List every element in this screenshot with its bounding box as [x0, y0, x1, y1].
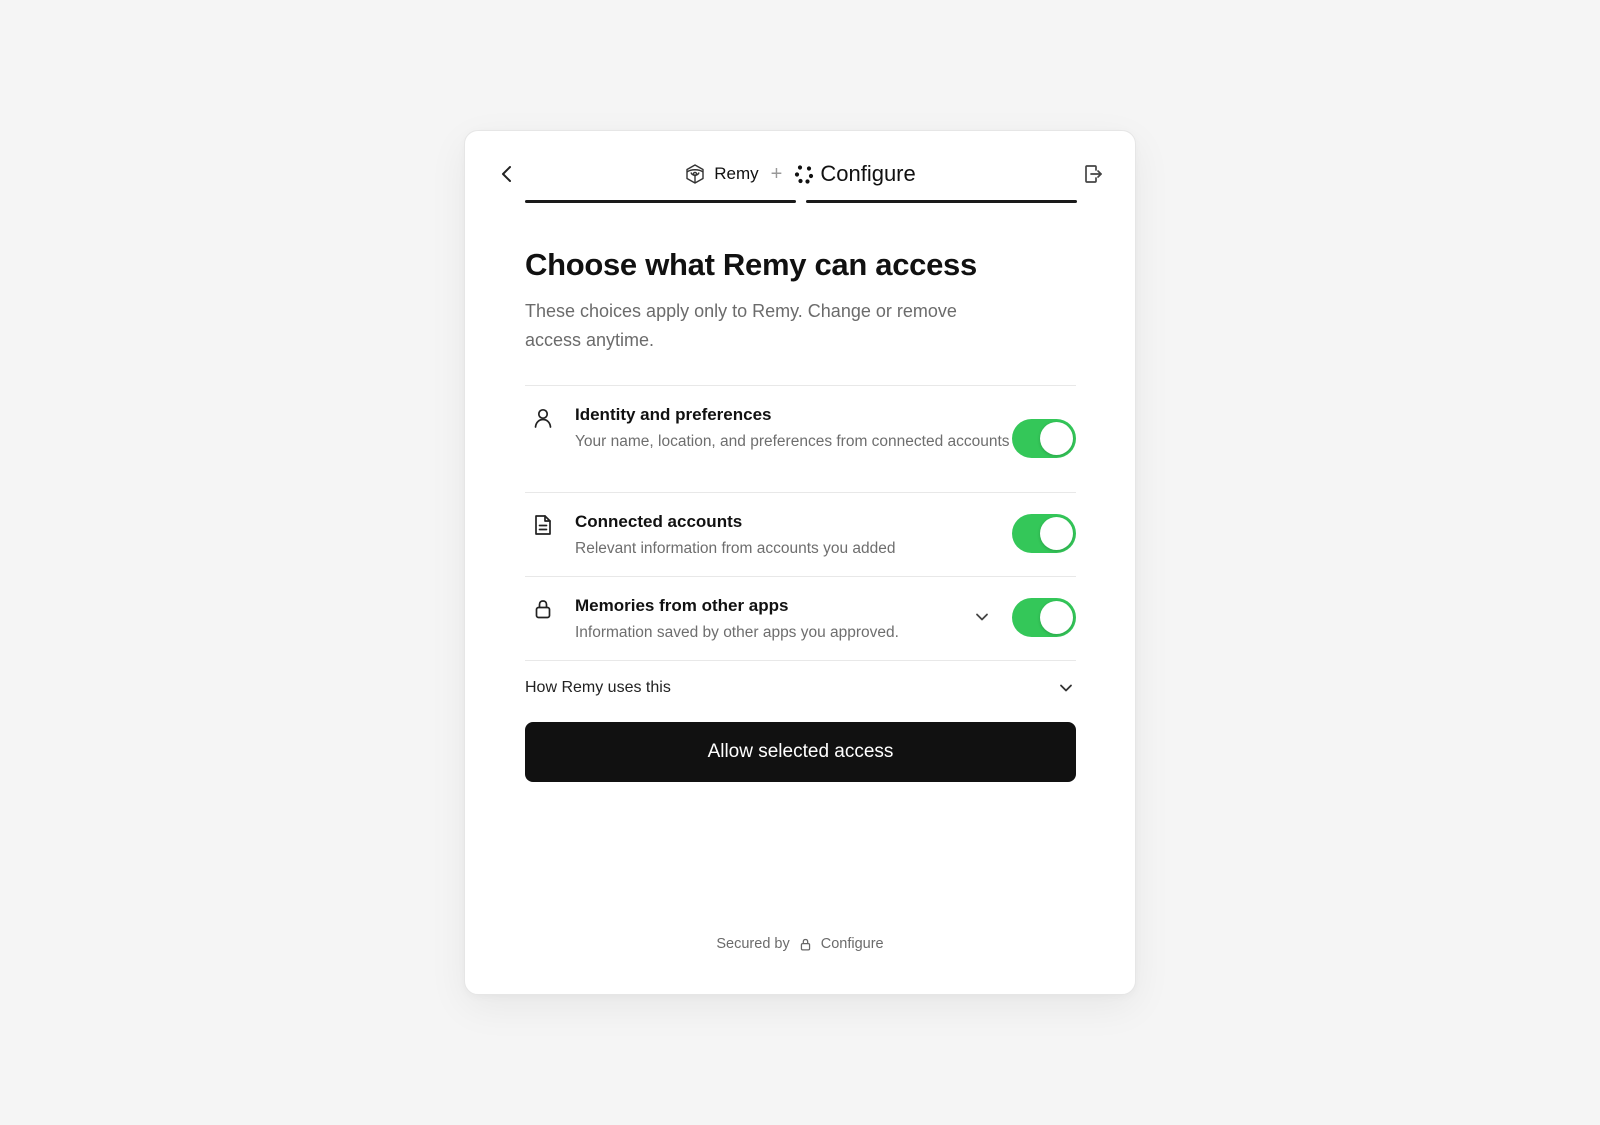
how-uses-label: How Remy uses this: [525, 678, 671, 696]
brand-separator: +: [770, 163, 783, 185]
permission-row-accounts: Connected accounts Relevant information …: [525, 493, 1076, 578]
lock-icon: [800, 938, 810, 950]
configure-logo-icon: [795, 165, 814, 184]
footer-provider: Configure: [820, 936, 884, 952]
toggle-knob: [1040, 601, 1073, 635]
app-name: Remy: [714, 164, 759, 183]
how-remy-uses-this-expander[interactable]: How Remy uses this: [525, 661, 1076, 714]
toggle-knob: [1040, 517, 1073, 551]
brand-header: Remy + Configure: [465, 158, 1135, 190]
allow-selected-access-button[interactable]: Allow selected access: [525, 722, 1076, 783]
document-icon: [535, 515, 551, 536]
permission-row-memories: Memories from other apps Information sav…: [525, 577, 1076, 662]
exit-icon: [1085, 165, 1102, 183]
toggle-knob: [1040, 422, 1073, 456]
exit-button[interactable]: [1077, 158, 1109, 190]
permission-icon-wrap: [525, 511, 575, 542]
chevron-down-icon: [1060, 684, 1072, 692]
permission-text: Memories from other apps Information sav…: [575, 595, 1076, 644]
lock-icon: [535, 600, 551, 619]
consent-dialog: Remy + Configure Choose what Remy can ac…: [464, 130, 1136, 995]
permission-title: Identity and preferences: [575, 405, 772, 425]
memories-toggle[interactable]: [1012, 598, 1076, 638]
accounts-toggle[interactable]: [1012, 514, 1076, 554]
permission-description: Relevant information from accounts you a…: [575, 540, 896, 558]
memories-expand-button[interactable]: [972, 607, 992, 627]
progress-step-1: [525, 200, 796, 203]
secured-by-footer: Secured by Configure: [465, 936, 1135, 952]
provider-name: Configure: [820, 161, 916, 186]
provider-brand: Configure: [794, 161, 916, 187]
permission-text: Connected accounts Relevant information …: [575, 511, 1076, 560]
permission-title: Connected accounts: [575, 512, 743, 532]
permission-list: Identity and preferences Your name, loca…: [525, 385, 1076, 662]
page-subtitle: These choices apply only to Remy. Change…: [525, 301, 957, 351]
chevron-down-icon: [976, 613, 988, 621]
person-icon: [534, 409, 552, 429]
page-title: Choose what Remy can access: [525, 247, 977, 282]
permission-description: Your name, location, and preferences fro…: [575, 433, 1010, 451]
remy-logo-icon: [686, 164, 704, 184]
permission-icon-wrap: [525, 595, 575, 626]
permission-icon-wrap: [525, 404, 575, 435]
identity-toggle[interactable]: [1012, 419, 1076, 459]
secured-by-label: Secured by: [716, 936, 790, 952]
app-brand: Remy: [684, 163, 759, 185]
permission-text: Identity and preferences Your name, loca…: [575, 404, 1076, 453]
permission-row-identity: Identity and preferences Your name, loca…: [525, 386, 1076, 494]
progress-step-2: [806, 200, 1077, 203]
main-content: Choose what Remy can access These choice…: [525, 246, 1076, 783]
